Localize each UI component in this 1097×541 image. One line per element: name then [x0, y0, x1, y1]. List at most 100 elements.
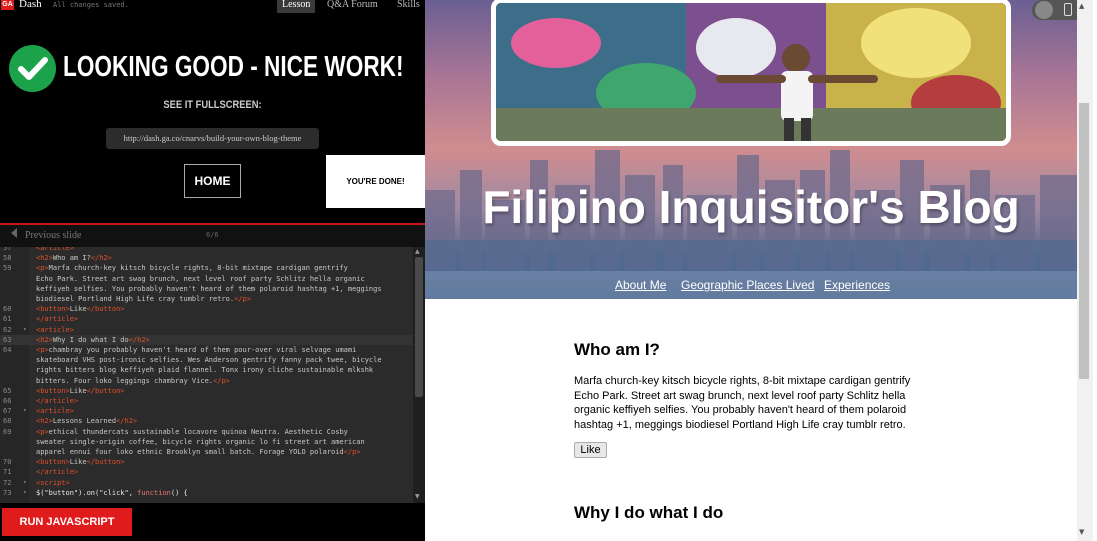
- line-number: 59: [3, 264, 12, 273]
- code-line[interactable]: biodiesel Portland High Life cray tumblr…: [0, 294, 413, 304]
- lesson-panel: GA Dash All changes saved. Lesson Q&A Fo…: [0, 0, 425, 541]
- code-text[interactable]: </article>: [36, 396, 78, 406]
- scroll-up-icon[interactable]: ▲: [415, 248, 420, 255]
- code-text[interactable]: <button>Like</button>: [36, 457, 125, 467]
- like-button[interactable]: Like: [574, 442, 607, 458]
- nav-link-places-lived[interactable]: Geographic Places Lived: [681, 278, 814, 292]
- code-line[interactable]: 67 <article>: [0, 406, 413, 416]
- code-line[interactable]: rights bitters blog keffiyeh plaid flann…: [0, 365, 413, 375]
- code-text[interactable]: rights bitters blog keffiyeh plaid flann…: [36, 365, 373, 375]
- line-number: 63: [3, 335, 12, 344]
- code-text[interactable]: <script>: [36, 478, 70, 488]
- slide-navigation: Previous slide 6/6: [0, 225, 425, 247]
- run-javascript-button[interactable]: RUN JAVASCRIPT: [2, 508, 132, 536]
- code-text[interactable]: apparel ennui four loko ethnic Brooklyn …: [36, 447, 361, 457]
- code-line[interactable]: 71 </article>: [0, 467, 413, 477]
- code-line[interactable]: bitters. Four loko leggings chambray Vic…: [0, 376, 413, 386]
- tab-qa-forum[interactable]: Q&A Forum: [322, 0, 383, 13]
- code-text[interactable]: $("button").on("click", function() {: [36, 488, 188, 498]
- scroll-up-icon[interactable]: ▲: [1079, 2, 1084, 10]
- code-text[interactable]: <h2>Who am I?</h2>: [36, 253, 112, 263]
- preview-scroll-thumb[interactable]: [1079, 103, 1089, 379]
- code-text[interactable]: <article>: [36, 406, 74, 416]
- tab-lesson[interactable]: Lesson: [277, 0, 316, 13]
- editor-scroll-thumb[interactable]: [415, 257, 423, 397]
- code-line[interactable]: 62 <article>: [0, 325, 413, 335]
- app-name[interactable]: Dash: [19, 0, 42, 10]
- article-body: Marfa church-key kitsch bicycle rights, …: [574, 375, 911, 431]
- code-text[interactable]: bitters. Four loko leggings chambray Vic…: [36, 376, 230, 386]
- code-line[interactable]: sweater single-origin coffee, bicycle ri…: [0, 437, 413, 447]
- fullscreen-url[interactable]: http://dash.ga.co/cnarvs/build-your-own-…: [106, 128, 319, 149]
- blog-preview: Filipino Inquisitor's Blog About Me Geog…: [425, 0, 1097, 541]
- window-edge: [1093, 0, 1097, 541]
- code-line[interactable]: 58 <h2>Who am I?</h2>: [0, 253, 413, 263]
- code-line[interactable]: skateboard VHS post-ironic selfies. Wes …: [0, 355, 413, 365]
- line-number: 68: [3, 417, 12, 426]
- code-line[interactable]: keffiyeh selfies. You probably haven't h…: [0, 284, 413, 294]
- success-headline: LOOKING GOOD - NICE WORK!: [63, 51, 404, 83]
- code-editor[interactable]: 57 <article> 58 <h2>Who am I?</h2> 59 <p>Ma…: [0, 247, 425, 503]
- code-text[interactable]: </article>: [36, 467, 78, 477]
- code-line[interactable]: 64 <p>chambray you probably haven't hear…: [0, 345, 413, 355]
- code-line[interactable]: 65 <button>Like</button>: [0, 386, 413, 396]
- code-text[interactable]: biodiesel Portland High Life cray tumblr…: [36, 294, 251, 304]
- code-text[interactable]: skateboard VHS post-ironic selfies. Wes …: [36, 355, 382, 365]
- code-text[interactable]: keffiyeh selfies. You probably haven't h…: [36, 284, 382, 294]
- code-text[interactable]: <h2>Lessons Learned</h2>: [36, 416, 137, 426]
- code-text[interactable]: <button>Like</button>: [36, 386, 125, 396]
- see-fullscreen-label: SEE IT FULLSCREEN:: [163, 99, 262, 111]
- code-line[interactable]: 63 <h2>Why I do what I do</h2>: [0, 334, 413, 345]
- code-line[interactable]: Echo Park. Street art swag brunch, next …: [0, 274, 413, 284]
- scroll-down-icon[interactable]: ▼: [1079, 528, 1084, 536]
- line-number: 64: [3, 346, 12, 354]
- code-line[interactable]: 60 <button>Like</button>: [0, 304, 413, 314]
- line-number: 71: [3, 468, 12, 477]
- toggle-knob[interactable]: [1035, 1, 1053, 19]
- code-line[interactable]: 73 $("button").on("click", function() {: [0, 488, 413, 498]
- code-text[interactable]: sweater single-origin coffee, bicycle ri…: [36, 437, 365, 447]
- code-text[interactable]: <article>: [36, 325, 74, 335]
- top-bar: GA Dash All changes saved. Lesson Q&A Fo…: [0, 0, 425, 13]
- scroll-down-icon[interactable]: ▼: [415, 493, 420, 500]
- phone-icon: [1064, 3, 1072, 16]
- line-number: 66: [3, 397, 12, 405]
- code-line[interactable]: 66 </article>: [0, 396, 413, 406]
- code-text[interactable]: <p>Marfa church-key kitsch bicycle right…: [36, 263, 348, 273]
- code-line[interactable]: 72 <script>: [0, 478, 413, 488]
- line-number: 70: [3, 458, 12, 467]
- line-number: 69: [3, 427, 12, 436]
- nav-link-experiences[interactable]: Experiences: [824, 278, 890, 292]
- line-number: 67: [3, 406, 27, 416]
- home-button[interactable]: HOME: [184, 164, 241, 198]
- code-line[interactable]: 59 <p>Marfa church-key kitsch bicycle ri…: [0, 263, 413, 273]
- code-text[interactable]: <p>chambray you probably haven't heard o…: [36, 345, 356, 355]
- previous-slide-link[interactable]: Previous slide: [25, 230, 81, 241]
- checkmark-icon: [9, 45, 56, 92]
- code-text[interactable]: <button>Like</button>: [36, 304, 125, 314]
- code-text[interactable]: Echo Park. Street art swag brunch, next …: [36, 274, 365, 284]
- code-text[interactable]: <h2>Why I do what I do</h2>: [36, 335, 150, 345]
- code-line[interactable]: 69 <p>ethical thundercats sustainable lo…: [0, 427, 413, 437]
- slide-counter: 6/6: [206, 231, 219, 239]
- save-status: All changes saved.: [53, 1, 129, 9]
- hero-banner: Filipino Inquisitor's Blog About Me Geog…: [425, 0, 1077, 299]
- code-line[interactable]: 61 </article>: [0, 314, 413, 324]
- done-button[interactable]: YOU'RE DONE!: [326, 155, 425, 208]
- line-number: 72: [3, 478, 27, 488]
- code-line[interactable]: apparel ennui four loko ethnic Brooklyn …: [0, 447, 413, 457]
- code-line[interactable]: 70 <button>Like</button>: [0, 457, 413, 467]
- code-text[interactable]: </article>: [36, 314, 78, 324]
- code-line[interactable]: 68 <h2>Lessons Learned</h2>: [0, 416, 413, 426]
- line-number: 73: [3, 488, 27, 498]
- blog-title: Filipino Inquisitor's Blog: [482, 181, 1020, 233]
- tab-skills[interactable]: Skills: [392, 0, 425, 13]
- line-number: 61: [3, 315, 12, 324]
- article-heading: Why I do what I do: [574, 503, 724, 522]
- code-text[interactable]: <p>ethical thundercats sustainable locav…: [36, 427, 348, 437]
- header-photo: [491, 0, 1011, 146]
- line-number: 65: [3, 386, 12, 395]
- arrow-left-icon[interactable]: [11, 228, 17, 238]
- ga-logo[interactable]: GA: [1, 0, 14, 10]
- nav-link-about-me[interactable]: About Me: [615, 278, 666, 292]
